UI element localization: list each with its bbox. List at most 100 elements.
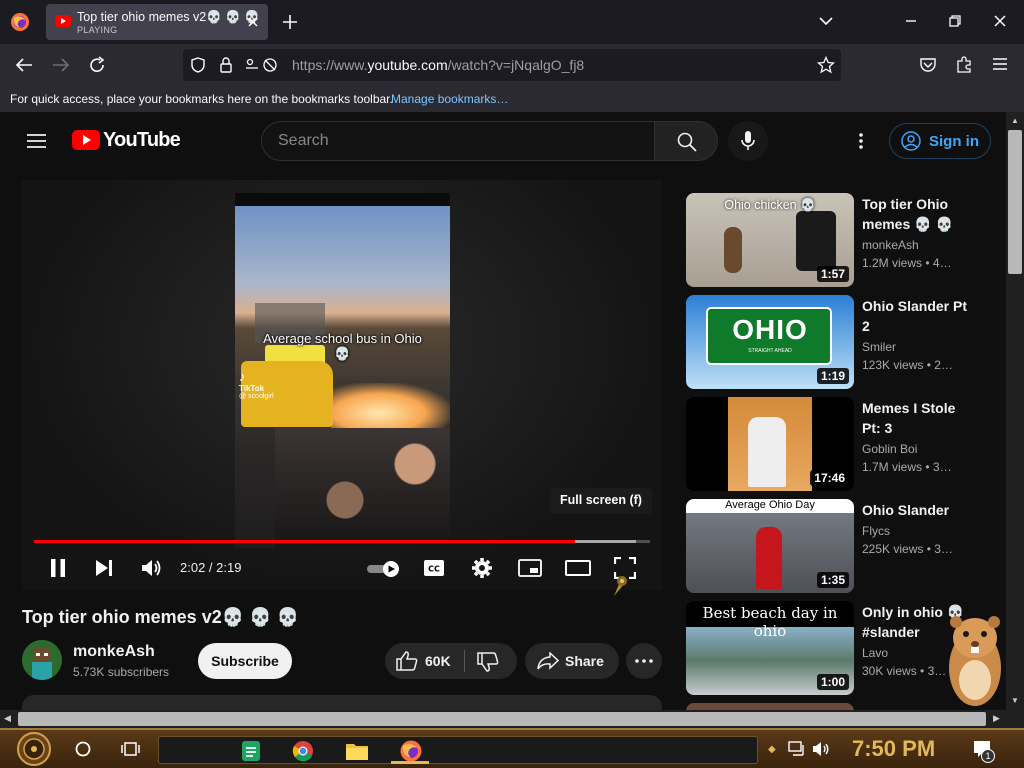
video-player[interactable]: Average school bus in Ohio 💀 ♪ TikTok @ s… [22,180,662,596]
recommendation-channel[interactable]: Smiler [862,340,896,354]
bookmark-star-icon[interactable] [817,56,835,74]
recommendation-thumbnail[interactable]: 17:46 [686,397,854,491]
firefox-menu-icon[interactable] [10,12,30,32]
subtitles-cc-icon[interactable]: CC [423,559,445,577]
pocket-icon[interactable] [919,56,937,74]
recommendation-item[interactable]: OHIO STRAIGHT AHEAD 1:19 Ohio Slander Pt… [686,295,986,389]
recommendation-channel[interactable]: Flycs [862,524,890,538]
progress-bar[interactable] [34,540,650,543]
horizontal-scrollbar[interactable]: ◀ ▶ [0,710,1024,728]
channel-name[interactable]: monkeAsh [73,643,155,661]
recommendation-item[interactable] [686,703,986,710]
recommendation-thumbnail[interactable]: Average Ohio Day 1:35 [686,499,854,593]
recommendation-thumbnail[interactable]: Best beach day in ohio 1:00 [686,601,854,695]
volume-icon[interactable] [141,558,163,578]
horizontal-scrollbar-thumb[interactable] [18,712,986,726]
scroll-up-arrow-icon[interactable]: ▲ [1011,116,1019,125]
recommendation-item[interactable]: Ohio chicken 💀 1:57 Top tier Ohio memes … [686,193,986,287]
pause-icon[interactable] [49,558,67,578]
recommendation-title[interactable]: Top tier Ohio memes 💀 💀 [862,194,972,234]
dislike-thumb-icon[interactable] [477,652,499,672]
url-text[interactable]: https://www.youtube.com/watch?v=jNqalgO_… [292,57,584,73]
network-icon[interactable] [788,741,806,757]
more-actions-button[interactable] [626,643,662,679]
search-button[interactable] [654,121,718,161]
miniplayer-icon[interactable] [518,559,542,577]
sign-in-button[interactable]: Sign in [889,123,991,159]
scroll-right-arrow-icon[interactable]: ▶ [993,713,1000,724]
recommendation-title[interactable]: Ohio Slander Pt 2 [862,296,972,336]
recommendation-title[interactable]: Ohio Slander [862,500,972,520]
tab-playing-status: PLAYING [77,25,118,35]
list-tabs-chevron-down-icon[interactable] [818,16,834,26]
recommendation-thumbnail[interactable]: OHIO STRAIGHT AHEAD 1:19 [686,295,854,389]
recommendation-channel[interactable]: Lavo [862,646,888,660]
sign-in-label: Sign in [929,133,979,150]
share-button[interactable]: Share [525,643,619,679]
like-thumb-icon[interactable] [396,651,418,671]
recommendation-title[interactable]: Memes I Stole Pt: 3 [862,398,972,438]
firefox-taskbar-icon[interactable] [399,739,423,763]
like-count[interactable]: 60K [425,653,451,669]
video-duration: 1:19 [816,368,849,384]
close-tab-icon[interactable] [246,15,260,29]
permissions-icon[interactable] [245,57,279,73]
next-video-icon[interactable] [95,560,113,576]
settings-kebab-icon[interactable] [858,132,864,150]
search-placeholder: Search [278,132,329,149]
manage-bookmarks-link[interactable]: Manage bookmarks… [391,92,508,106]
sheets-app-icon[interactable] [240,740,262,762]
recommendation-item[interactable]: Average Ohio Day 1:35 Ohio Slander Flycs… [686,499,986,593]
recommendation-thumbnail[interactable] [686,703,854,710]
youtube-logo[interactable] [72,130,100,150]
search-circle-icon[interactable] [75,741,91,757]
search-input[interactable]: Search [261,121,655,161]
recommendation-channel[interactable]: monkeAsh [862,238,919,252]
url-prefix: https://www. [292,57,368,73]
recommendation-item[interactable]: Best beach day in ohio 1:00 Only in ohio… [686,601,986,695]
settings-gear-icon[interactable] [471,557,493,579]
file-explorer-folder-icon[interactable] [345,740,369,762]
back-arrow-icon[interactable] [15,57,33,73]
scroll-down-arrow-icon[interactable]: ▼ [1011,696,1019,705]
recommendation-thumbnail[interactable]: Ohio chicken 💀 1:57 [686,193,854,287]
reload-icon[interactable] [88,56,106,74]
video-duration: 1:00 [816,674,849,690]
close-window-icon[interactable] [993,14,1007,28]
task-view-icon[interactable] [121,740,141,758]
video-frame[interactable]: Average school bus in Ohio 💀 ♪ TikTok @ s… [235,193,450,548]
tab-active[interactable]: Top tier ohio memes v2💀 💀 💀 PLAYING [46,4,268,40]
forward-arrow-icon[interactable] [52,57,70,73]
extensions-puzzle-icon[interactable] [955,55,973,73]
vertical-scrollbar[interactable]: ▲ ▼ [1006,112,1024,710]
start-button-icon[interactable] [14,731,54,767]
autoplay-toggle[interactable] [366,560,402,578]
tracking-protection-shield-icon[interactable] [190,57,206,73]
svg-text:CC: CC [428,565,440,574]
time-display: 2:02 / 2:19 [180,560,242,575]
scroll-left-arrow-icon[interactable]: ◀ [4,713,11,724]
tray-overflow-icon[interactable]: ◆ [768,744,776,755]
recommendation-item[interactable]: 17:46 Memes I Stole Pt: 3 Goblin Boi 1.7… [686,397,986,491]
video-caption: Average school bus in Ohio 💀 [235,331,450,362]
recommendation-channel[interactable]: Goblin Boi [862,442,917,456]
url-domain: youtube.com [367,57,448,73]
subscribe-button[interactable]: Subscribe [198,643,292,679]
channel-avatar[interactable] [22,640,62,680]
chrome-app-icon[interactable] [292,740,314,762]
like-divider [464,650,465,672]
minimize-window-icon[interactable] [904,14,918,28]
lock-icon[interactable] [219,57,233,73]
vertical-scrollbar-thumb[interactable] [1008,130,1022,274]
new-tab-icon[interactable] [282,14,298,30]
hamburger-menu-icon[interactable] [992,57,1008,71]
voice-search-button[interactable] [728,121,768,161]
guide-menu-icon[interactable] [27,133,46,149]
url-bar[interactable]: https://www.youtube.com/watch?v=jNqalgO_… [183,49,841,81]
description-box[interactable] [22,695,662,710]
restore-window-icon[interactable] [948,14,962,28]
share-label: Share [565,653,604,669]
speaker-volume-icon[interactable] [812,741,830,757]
taskbar-clock[interactable]: 7:50 PM [852,736,935,762]
theater-mode-icon[interactable] [565,560,591,576]
